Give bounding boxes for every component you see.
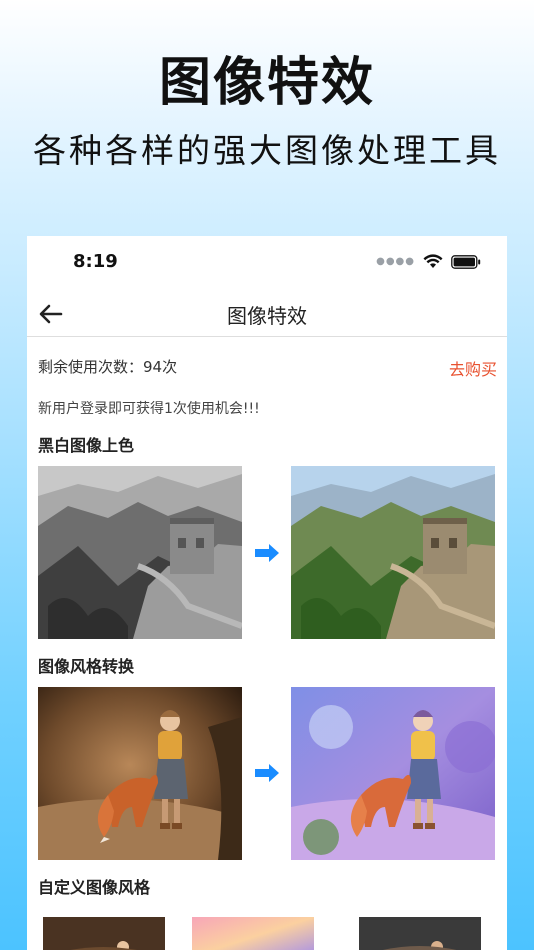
section-title-style-transfer: 图像风格转换 [38,657,135,676]
colorized-wall-image[interactable] [291,466,495,639]
custom-style-thumb[interactable] [359,917,481,950]
new-user-tip: 新用户登录即可获得1次使用机会!!! [38,401,260,417]
section-title-custom-style: 自定义图像风格 [38,878,151,897]
signal-icon: ●●●● [376,256,415,267]
nav-title: 图像特效 [227,304,307,328]
stylized-girl-fox-image[interactable] [291,687,495,860]
promo-subtitle: 各种各样的强大图像处理工具 [33,131,501,170]
section-title-colorize: 黑白图像上色 [38,436,135,455]
girl-fox-photo[interactable] [38,687,242,860]
promo-title: 图像特效 [158,53,375,113]
remaining-uses-label: 剩余使用次数： [38,358,144,376]
arrow-right-icon [253,542,281,564]
phone-screen: 8:19 ●●●● 图像特效 剩余使用次数：94次 去购买 新用户登录即可获得1… [27,236,507,950]
custom-style-thumb[interactable] [192,917,314,950]
wifi-icon [423,254,443,269]
status-time: 8:19 [73,251,118,272]
custom-style-thumb[interactable] [43,917,165,950]
remaining-uses-value: 94次 [143,358,178,376]
status-bar: 8:19 ●●●● [27,236,507,286]
buy-link[interactable]: 去购买 [449,356,497,380]
nav-bar: 图像特效 [27,290,507,337]
remaining-uses: 剩余使用次数：94次 [38,356,177,377]
arrow-right-icon [253,762,281,784]
battery-icon [451,254,481,269]
grayscale-wall-image[interactable] [38,466,242,639]
status-icons: ●●●● [376,254,481,269]
